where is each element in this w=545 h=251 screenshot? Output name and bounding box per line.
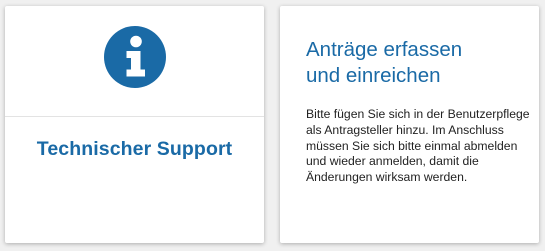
card-title-line-1: Anträge erfassen [306, 38, 463, 61]
tile-grid: Technischer Support Anträge erfassen und… [0, 0, 545, 251]
card-title-line-2: und einreichen [306, 64, 441, 87]
technical-support-card[interactable]: Technischer Support [5, 6, 264, 243]
card-title: Technischer Support [36, 138, 233, 160]
submit-applications-card[interactable]: Anträge erfassen und einreichen Bitte fü… [280, 6, 539, 243]
card-title: Anträge erfassen und einreichen [306, 37, 526, 89]
card-description: Bitte fügen Sie sich in der Benutzerpfle… [306, 107, 530, 185]
card-icon-area [5, 6, 264, 117]
info-icon [104, 26, 166, 88]
